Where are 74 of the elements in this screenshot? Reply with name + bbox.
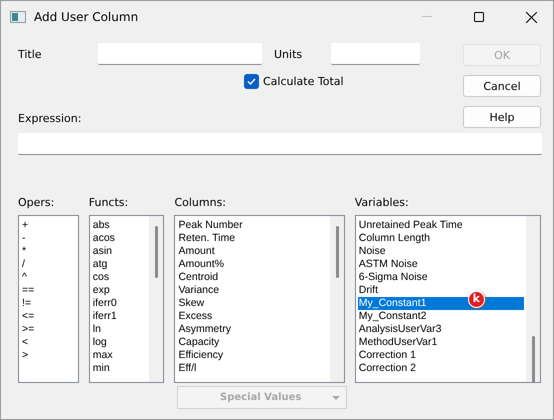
list-label: Variables:: [354, 196, 410, 209]
window-title: Add User Column: [34, 10, 140, 24]
list-item[interactable]: ln: [92, 323, 148, 336]
list-item[interactable]: Asymmetry: [177, 323, 328, 336]
list-item[interactable]: cos: [92, 271, 148, 284]
list-item[interactable]: max: [92, 349, 148, 362]
caret-icon: [332, 396, 340, 400]
list-label: Opers:: [18, 196, 56, 209]
list-item[interactable]: AnalysisUserVar3: [358, 323, 524, 336]
list-item[interactable]: <=: [21, 310, 76, 323]
list-item[interactable]: >=: [21, 323, 76, 336]
list-item[interactable]: Skew: [177, 297, 328, 310]
list-label: Functs:: [88, 196, 130, 209]
expression-label: Expression:: [18, 112, 82, 125]
close-icon: [526, 12, 536, 22]
list-item[interactable]: abs: [92, 219, 148, 232]
units-label: Units: [274, 48, 304, 60]
scrollbar[interactable]: [149, 216, 164, 382]
list-item[interactable]: *: [21, 245, 76, 258]
dialog-button[interactable]: Cancel: [463, 75, 541, 97]
list-item[interactable]: 6-Sigma Noise: [358, 271, 524, 284]
list-item[interactable]: +: [21, 219, 76, 232]
list-item[interactable]: My_Constant2: [358, 310, 524, 323]
dialog-button[interactable]: Help: [463, 106, 541, 128]
list-item[interactable]: acos: [92, 232, 148, 245]
minimize-icon: [422, 16, 432, 18]
calculate-total-label: Calculate Total: [263, 75, 344, 88]
list-label: Columns:: [174, 196, 227, 209]
list-item[interactable]: Unretained Peak Time: [358, 219, 524, 232]
units-input[interactable]: [331, 43, 420, 65]
title-input[interactable]: [98, 43, 262, 65]
list-item[interactable]: ASTM Noise: [358, 258, 524, 271]
app-icon: [10, 11, 26, 23]
expression-input[interactable]: [18, 133, 542, 155]
list-item[interactable]: Correction 2: [358, 362, 524, 375]
list-item[interactable]: -: [21, 232, 76, 245]
list-item[interactable]: Eff/l: [177, 362, 328, 375]
list-item[interactable]: <: [21, 336, 76, 349]
list-item[interactable]: exp: [92, 284, 148, 297]
list-box[interactable]: Peak Number Reten. Time Amount Amount% Centroid Variance Skew Excess Asymmetry Capacity Efficiency Eff/l: [174, 215, 345, 383]
list-item[interactable]: Variance: [177, 284, 328, 297]
scrollbar[interactable]: [330, 216, 344, 382]
maximize-icon: [474, 12, 484, 22]
list-item[interactable]: MethodUserVar1: [358, 336, 524, 349]
list-item[interactable]: >: [21, 349, 76, 362]
list-item[interactable]: ^: [21, 271, 76, 284]
checkmark-icon: [247, 78, 256, 85]
list-item[interactable]: ==: [21, 284, 76, 297]
list-item[interactable]: Amount%: [177, 258, 328, 271]
list-item[interactable]: !=: [21, 297, 76, 310]
list-item[interactable]: Excess: [177, 310, 328, 323]
title-label: Title: [18, 48, 43, 60]
list-item[interactable]: iferr1: [92, 310, 148, 323]
list-item[interactable]: asin: [92, 245, 148, 258]
list-item[interactable]: Amount: [177, 245, 328, 258]
list-item[interactable]: Correction 1: [358, 349, 524, 362]
marker-badge: k: [468, 291, 485, 308]
list-item[interactable]: atg: [92, 258, 148, 271]
list-item[interactable]: /: [21, 258, 76, 271]
list-item[interactable]: Reten. Time: [177, 232, 328, 245]
list-box[interactable]: abs acos asin atg cos exp iferr0 iferr1 ln log max min: [88, 215, 164, 383]
list-item[interactable]: Capacity: [177, 336, 328, 349]
scrollbar[interactable]: [526, 216, 540, 382]
list-item[interactable]: Efficiency: [177, 349, 328, 362]
list-item[interactable]: Noise: [358, 245, 524, 258]
calculate-total-checkbox[interactable]: [244, 74, 259, 89]
list-item[interactable]: Centroid: [177, 271, 328, 284]
list-item[interactable]: iferr0: [92, 297, 148, 310]
list-item[interactable]: min: [92, 362, 148, 375]
list-item[interactable]: Column Length: [358, 232, 524, 245]
list-box[interactable]: Unretained Peak Time Column Length Noise ASTM Noise 6-Sigma Noise Drift My_Constant1 k My_Constant2 AnalysisUserVar3 MethodUserVar1 Correction 1 Correction 2: [354, 215, 541, 383]
list-item[interactable]: Peak Number: [177, 219, 328, 232]
list-box[interactable]: + - * / ^ == != <= >= < >: [18, 215, 79, 383]
list-item[interactable]: log: [92, 336, 148, 349]
